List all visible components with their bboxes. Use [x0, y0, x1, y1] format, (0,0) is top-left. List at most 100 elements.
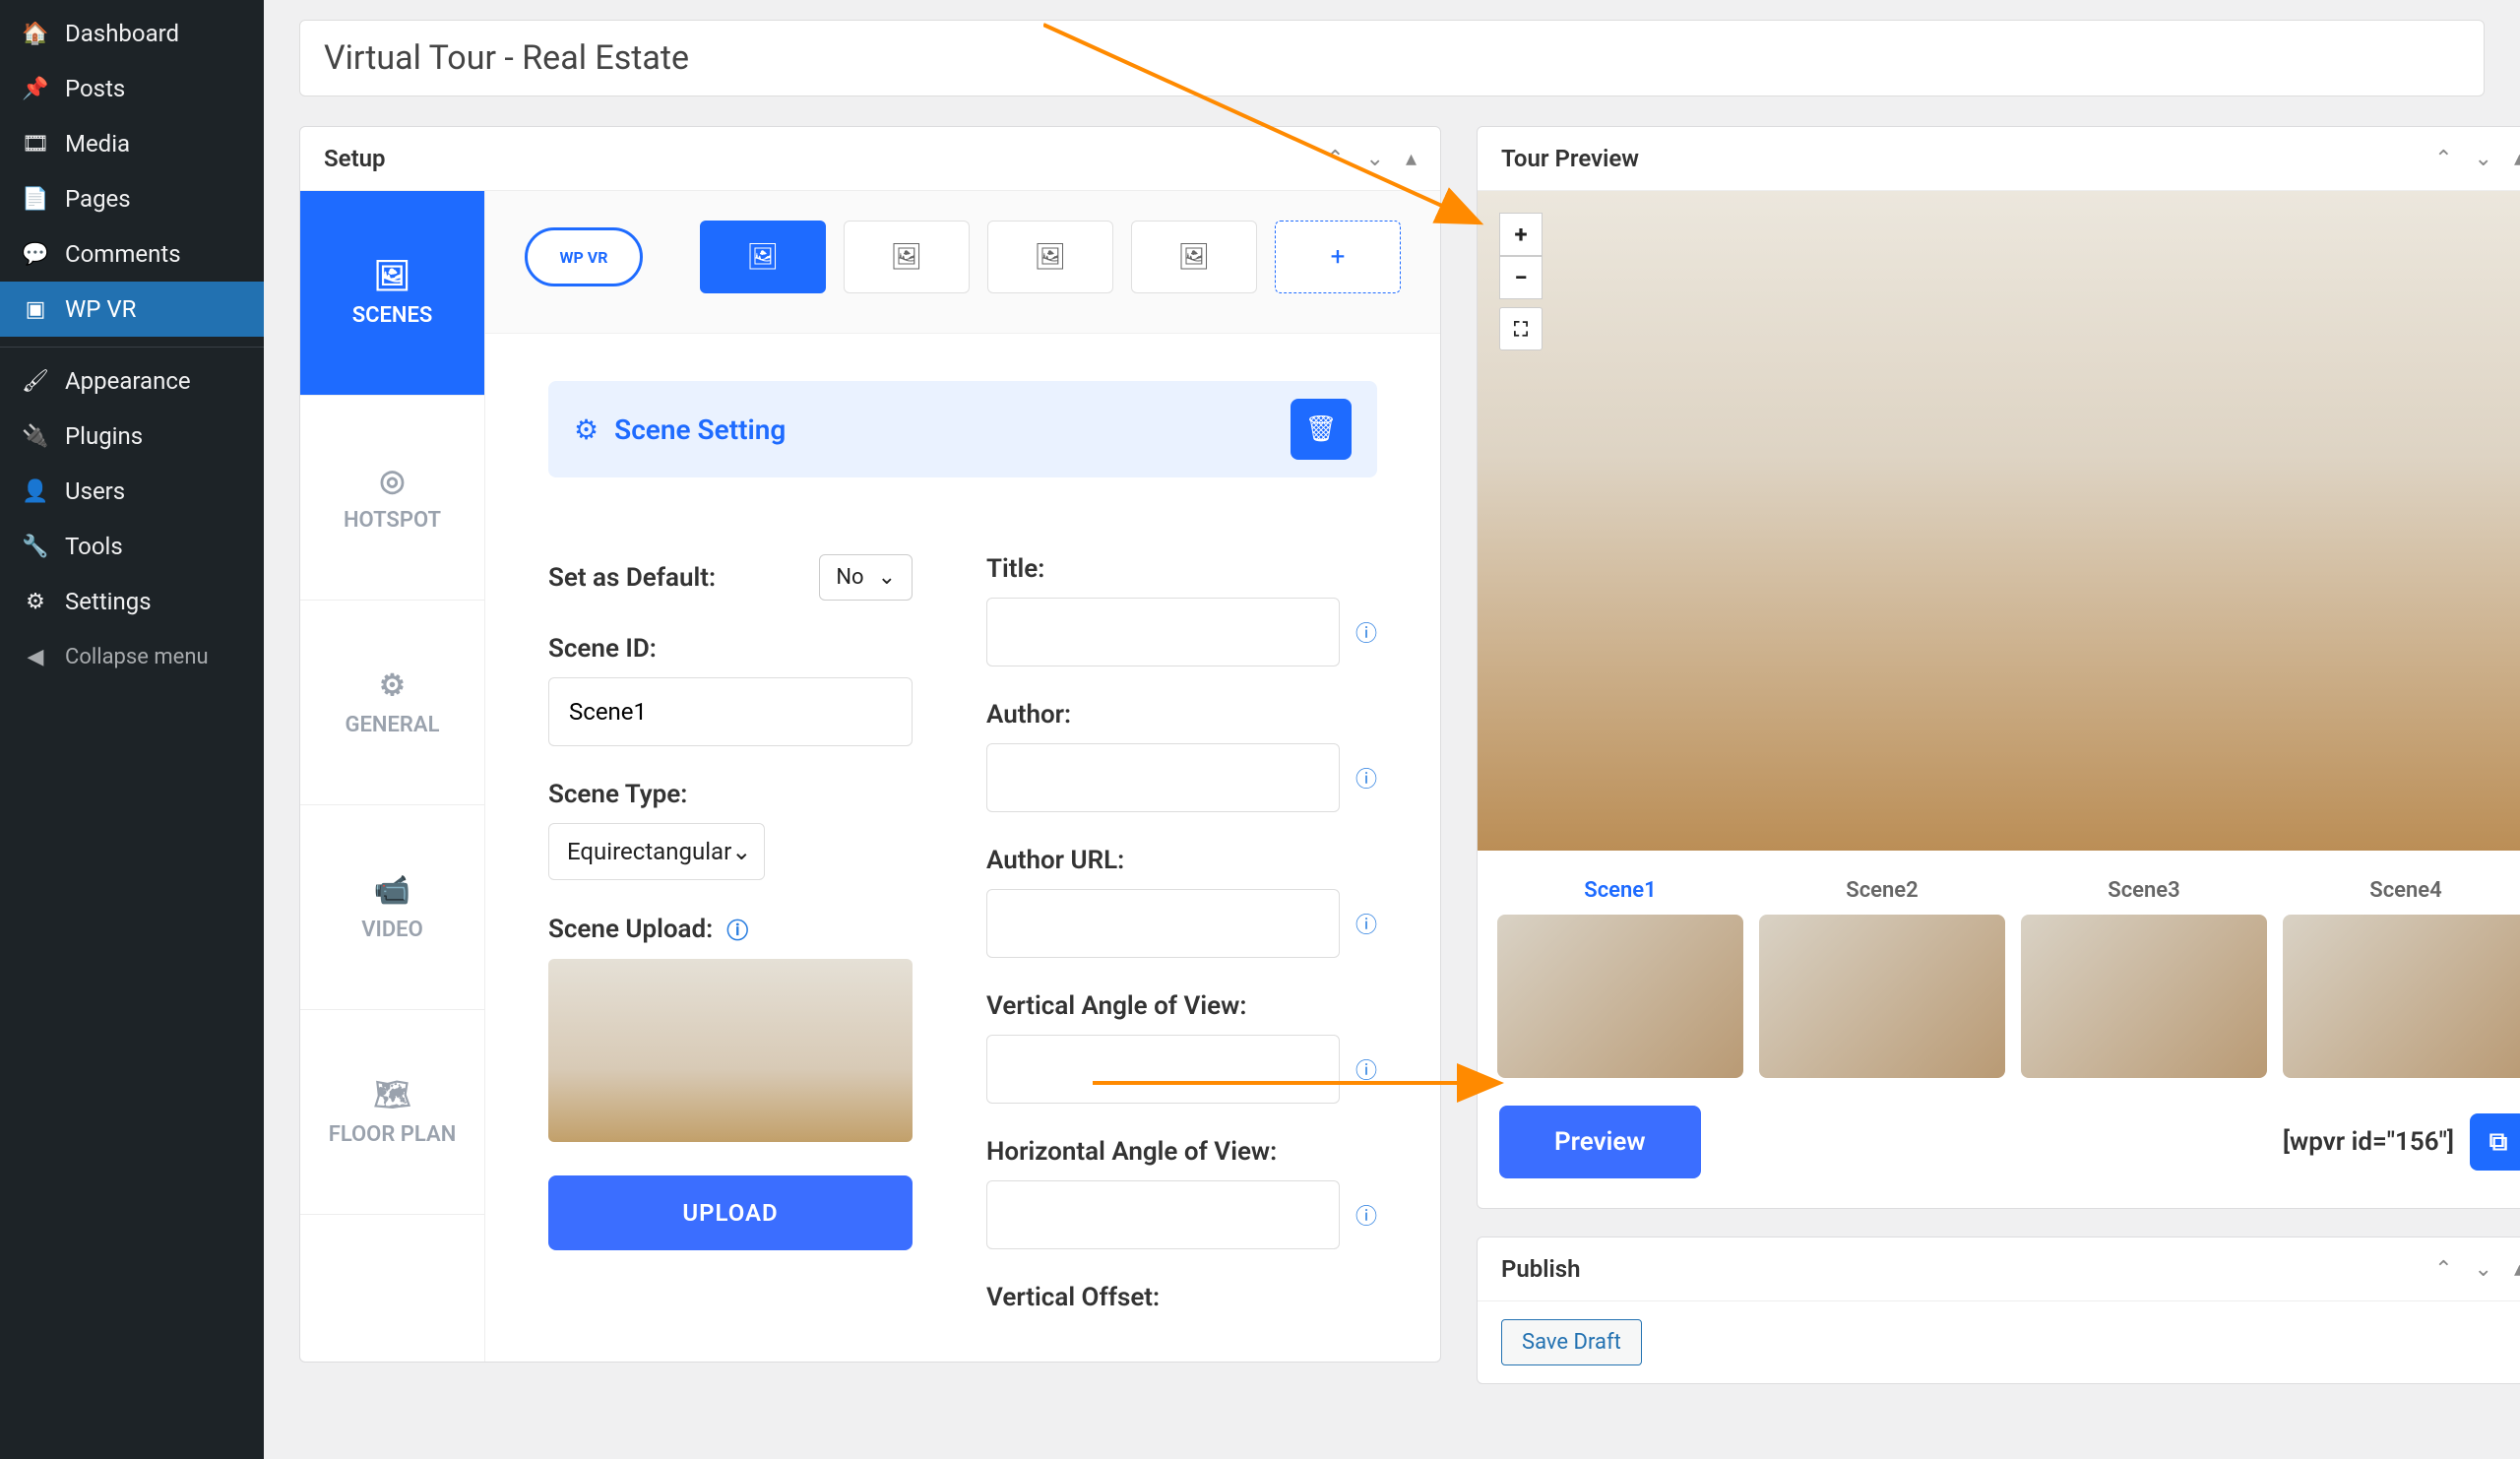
author-url-label: Author URL:: [986, 846, 1377, 875]
scene-tab-1[interactable]: 🖼: [700, 221, 826, 293]
sidebar-item-comments[interactable]: 💬 Comments: [0, 226, 264, 282]
author-input[interactable]: [986, 743, 1340, 812]
scene-tab-2[interactable]: 🖼: [844, 221, 970, 293]
copy-shortcode-button[interactable]: ⧉: [2470, 1113, 2520, 1171]
main-content: Setup ⌃ ⌄ ▴ 🖼SCENES ◎HOTSPOT ⚙GENERAL 📹: [264, 0, 2520, 1459]
fullscreen-button[interactable]: ⛶: [1499, 307, 1543, 350]
sidebar-item-label: WP VR: [65, 295, 136, 323]
sidebar-item-users[interactable]: 👤 Users: [0, 464, 264, 519]
tour-preview-panel: Tour Preview ⌃ ⌄ ▴ + − ⛶: [1477, 126, 2520, 1209]
panel-down-icon[interactable]: ⌄: [2475, 1257, 2492, 1282]
tour-title-input[interactable]: [299, 20, 2485, 96]
tools-icon: 🔧: [22, 533, 49, 560]
sidebar-item-label: Settings: [65, 588, 152, 615]
sidebar-item-media[interactable]: 🎞Media: [0, 116, 264, 171]
collapse-icon: ◀: [22, 643, 49, 670]
vr-icon: ▣: [22, 295, 49, 323]
pin-icon: 📌: [22, 75, 49, 102]
scene-upload-label: Scene Upload:ⓘ: [548, 914, 939, 945]
scene-id-input[interactable]: [548, 677, 913, 746]
scene-id-label: Scene ID:: [548, 634, 939, 664]
dashboard-icon: 🏠: [22, 20, 49, 47]
sidebar-item-tools[interactable]: 🔧Tools: [0, 519, 264, 574]
panel-down-icon[interactable]: ⌄: [1366, 147, 1384, 171]
preview-button[interactable]: Preview: [1499, 1106, 1701, 1178]
info-icon[interactable]: ⓘ: [1355, 908, 1377, 939]
image-icon: 🖼: [373, 259, 410, 293]
scene-setting-header: ⚙ Scene Setting 🗑: [548, 381, 1377, 477]
author-label: Author:: [986, 700, 1377, 730]
admin-sidebar: 🏠Dashboard 📌 Posts 🎞Media 📄Pages 💬 Comment…: [0, 0, 264, 1459]
sidebar-item-label: Comments: [65, 240, 181, 268]
sidebar-item-dashboard[interactable]: 🏠Dashboard: [0, 6, 264, 61]
info-icon[interactable]: ⓘ: [726, 914, 748, 945]
shortcode-display: [wpvr id="156"] ⧉: [2283, 1113, 2520, 1171]
sidebar-item-appearance[interactable]: 🖌 Appearance: [0, 347, 264, 409]
scene-thumbnails: Scene1 Scene2 Scene3 Scene4: [1478, 851, 2520, 1106]
shortcode-text: [wpvr id="156"]: [2283, 1127, 2454, 1157]
sidebar-item-posts[interactable]: 📌 Posts: [0, 61, 264, 116]
panel-up-icon[interactable]: ⌃: [1326, 147, 1344, 171]
thumb-scene2[interactable]: Scene2: [1759, 878, 2005, 1078]
thumb-scene4[interactable]: Scene4: [2283, 878, 2520, 1078]
delete-scene-button[interactable]: 🗑: [1291, 399, 1352, 460]
scene-tab-4[interactable]: 🖼: [1131, 221, 1257, 293]
save-draft-button[interactable]: Save Draft: [1501, 1319, 1642, 1365]
users-icon: 👤: [22, 477, 49, 505]
panel-down-icon[interactable]: ⌄: [2475, 147, 2492, 171]
tab-floorplan[interactable]: 🗺FLOOR PLAN: [300, 1010, 484, 1215]
preview-viewport[interactable]: + − ⛶: [1478, 191, 2520, 851]
chevron-down-icon: ⌄: [878, 565, 896, 590]
horizontal-angle-input[interactable]: [986, 1180, 1340, 1249]
setup-tabs: 🖼SCENES ◎HOTSPOT ⚙GENERAL 📹VIDEO 🗺FLOOR …: [300, 191, 485, 1362]
panel-toggle-icon[interactable]: ▴: [2514, 1257, 2520, 1282]
image-icon: 🖼: [1034, 242, 1066, 272]
vertical-angle-input[interactable]: [986, 1035, 1340, 1104]
sidebar-item-label: Users: [65, 477, 125, 505]
thumb-scene1[interactable]: Scene1: [1497, 878, 1743, 1078]
author-url-input[interactable]: [986, 889, 1340, 958]
scene-tab-add[interactable]: +: [1275, 221, 1401, 293]
sidebar-item-plugins[interactable]: 🔌Plugins: [0, 409, 264, 464]
info-icon[interactable]: ⓘ: [1355, 762, 1377, 793]
panel-toggle-icon[interactable]: ▴: [2514, 147, 2520, 171]
media-icon: 🎞: [22, 130, 49, 158]
info-icon[interactable]: ⓘ: [1355, 1199, 1377, 1231]
scene-type-select[interactable]: Equirectangular⌄: [548, 823, 765, 880]
set-default-select[interactable]: No⌄: [819, 554, 913, 601]
scene-tab-3[interactable]: 🖼: [987, 221, 1113, 293]
tab-hotspot[interactable]: ◎HOTSPOT: [300, 396, 484, 601]
thumbnail-image: [1759, 915, 2005, 1078]
chevron-down-icon: ⌄: [731, 838, 751, 865]
sidebar-item-settings[interactable]: ⚙Settings: [0, 574, 264, 629]
info-icon[interactable]: ⓘ: [1355, 1053, 1377, 1085]
zoom-in-button[interactable]: +: [1499, 213, 1543, 256]
gear-icon: ⚙: [574, 413, 598, 446]
upload-button[interactable]: UPLOAD: [548, 1175, 913, 1250]
sidebar-item-label: Posts: [65, 75, 125, 102]
scene-upload-preview[interactable]: [548, 959, 913, 1142]
setup-panel: Setup ⌃ ⌄ ▴ 🖼SCENES ◎HOTSPOT ⚙GENERAL 📹: [299, 126, 1441, 1363]
horizontal-angle-label: Horizontal Angle of View:: [986, 1137, 1377, 1167]
video-icon: 📹: [374, 873, 410, 908]
comment-icon: 💬: [22, 240, 49, 268]
sidebar-item-label: Appearance: [65, 367, 191, 395]
tab-video[interactable]: 📹VIDEO: [300, 805, 484, 1010]
sidebar-item-collapse[interactable]: ◀Collapse menu: [0, 629, 264, 684]
appearance-icon: 🖌: [22, 367, 49, 395]
thumbnail-image: [2283, 915, 2520, 1078]
thumb-scene3[interactable]: Scene3: [2021, 878, 2267, 1078]
tab-general[interactable]: ⚙GENERAL: [300, 601, 484, 805]
title-input[interactable]: [986, 598, 1340, 666]
sidebar-item-pages[interactable]: 📄Pages: [0, 171, 264, 226]
panel-toggle-icon[interactable]: ▴: [1406, 147, 1417, 171]
tab-scenes[interactable]: 🖼SCENES: [300, 191, 484, 396]
panel-up-icon[interactable]: ⌃: [2434, 147, 2452, 171]
preview-panel-title: Tour Preview: [1501, 145, 1639, 172]
panel-up-icon[interactable]: ⌃: [2434, 1257, 2452, 1282]
plugin-icon: 🔌: [22, 422, 49, 450]
sidebar-item-label: Pages: [65, 185, 131, 213]
zoom-out-button[interactable]: −: [1499, 256, 1543, 299]
info-icon[interactable]: ⓘ: [1355, 616, 1377, 648]
sidebar-item-wpvr[interactable]: ▣ WP VR: [0, 282, 264, 337]
